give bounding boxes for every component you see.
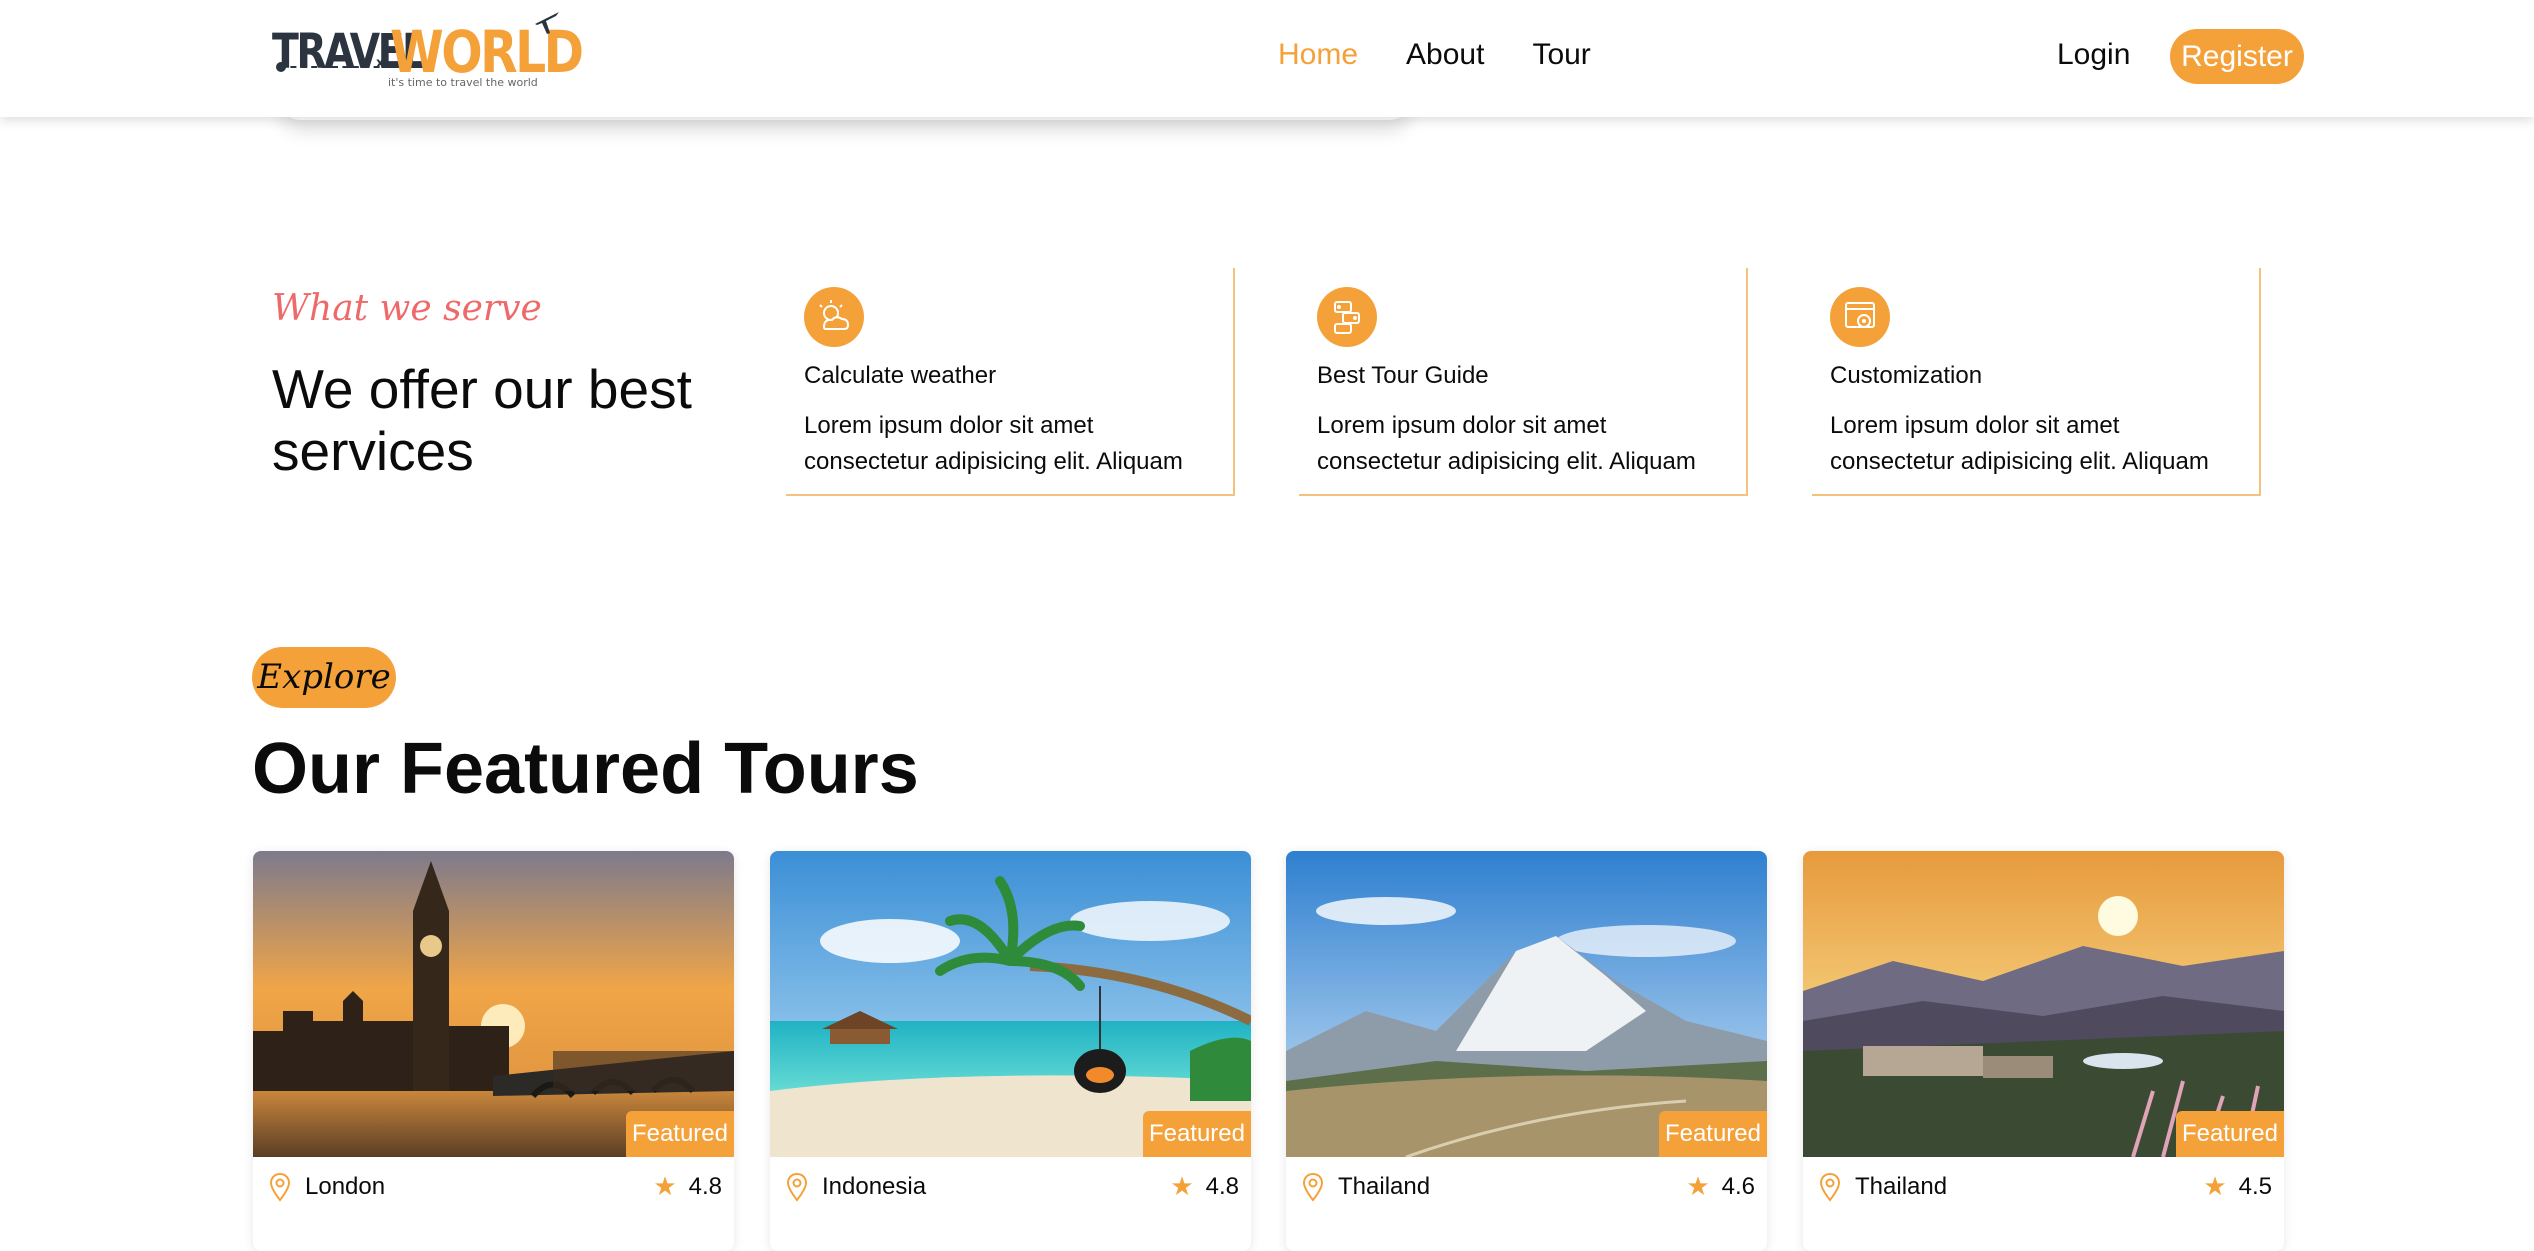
register-button[interactable]: Register: [2170, 29, 2304, 84]
tour-card-london[interactable]: Featured London ★ 4.8: [253, 851, 734, 1251]
tour-card-indonesia[interactable]: Featured Indonesia ★ 4.8: [770, 851, 1251, 1251]
tour-rating-value: 4.5: [2238, 1173, 2272, 1200]
tour-location-name: Indonesia: [822, 1173, 927, 1200]
tour-rating: ★ 4.6: [1686, 1172, 1755, 1202]
star-icon: ★: [653, 1172, 677, 1202]
service-title: Calculate weather: [804, 362, 997, 389]
tour-location: Indonesia: [786, 1172, 926, 1202]
star-icon: ★: [1686, 1172, 1710, 1202]
service-title: Customization: [1830, 362, 1983, 389]
service-description: Lorem ipsum dolor sit amet consectetur a…: [804, 412, 1183, 475]
services-title: We offer our best services: [272, 358, 692, 482]
featured-title: Our Featured Tours: [252, 729, 919, 809]
services-subtitle: What we serve: [272, 288, 542, 329]
london-big-ben-photo[interactable]: Featured: [253, 851, 734, 1157]
map-pin-icon: [1302, 1172, 1324, 1202]
tropical-beach-photo[interactable]: Featured: [770, 851, 1251, 1157]
nav-home-link[interactable]: Home: [1278, 38, 1358, 72]
tour-rating-value: 4.8: [688, 1173, 722, 1200]
map-pin-icon: [269, 1172, 291, 1202]
tour-rating-value: 4.8: [1205, 1173, 1239, 1200]
star-icon: ★: [1170, 1172, 1194, 1202]
weather-icon: [804, 287, 864, 347]
tour-location-name: Thailand: [1338, 1173, 1431, 1200]
site-logo[interactable]: TRAVEL WORLD x it's time to travel the w…: [270, 6, 584, 91]
mountain-photo[interactable]: Featured: [1286, 851, 1767, 1157]
logo-dashed-line: [280, 66, 390, 68]
logo-tagline: it's time to travel the world: [388, 76, 538, 89]
map-pin-icon: [786, 1172, 808, 1202]
tour-rating-value: 4.6: [1721, 1173, 1755, 1200]
tour-location: Thailand: [1302, 1172, 1430, 1202]
nav-about-link[interactable]: About: [1406, 38, 1484, 72]
site-header: TRAVEL WORLD x it's time to travel the w…: [0, 0, 2534, 117]
service-title: Best Tour Guide: [1317, 362, 1489, 389]
featured-badge: Featured: [2175, 1111, 2284, 1157]
logo-x-mark: x: [376, 56, 385, 71]
tour-rating: ★ 4.5: [2203, 1172, 2272, 1202]
service-card-customization: Customization Lorem ipsum dolor sit amet…: [1812, 268, 2261, 496]
tour-location: Thailand: [1819, 1172, 1947, 1202]
customization-icon: [1830, 287, 1890, 347]
featured-badge: Featured: [1658, 1111, 1767, 1157]
service-card-weather: Calculate weather Lorem ipsum dolor sit …: [786, 268, 1235, 496]
tour-location-name: Thailand: [1855, 1173, 1948, 1200]
service-description: Lorem ipsum dolor sit amet consectetur a…: [1317, 412, 1696, 475]
tour-card-thailand-sunset[interactable]: Featured Thailand ★ 4.5: [1803, 851, 2284, 1251]
tour-location: London: [269, 1172, 385, 1202]
service-description: Lorem ipsum dolor sit amet consectetur a…: [1830, 412, 2209, 475]
tour-card-thailand-mountain[interactable]: Featured Thailand ★ 4.6: [1286, 851, 1767, 1251]
tour-rating: ★ 4.8: [1170, 1172, 1239, 1202]
map-pin-icon: [1819, 1172, 1841, 1202]
tour-rating: ★ 4.8: [653, 1172, 722, 1202]
sunset-resort-photo[interactable]: Featured: [1803, 851, 2284, 1157]
nav-tour-link[interactable]: Tour: [1532, 38, 1590, 72]
main-nav: Home About Tour: [1278, 38, 1639, 72]
explore-pill: Explore: [252, 647, 396, 708]
tour-location-name: London: [305, 1173, 386, 1200]
featured-badge: Featured: [625, 1111, 734, 1157]
airplane-icon: [535, 12, 559, 34]
service-card-guide: Best Tour Guide Lorem ipsum dolor sit am…: [1299, 268, 1748, 496]
login-button[interactable]: Login: [2057, 38, 2130, 72]
star-icon: ★: [2203, 1172, 2227, 1202]
featured-badge: Featured: [1142, 1111, 1251, 1157]
guide-icon: [1317, 287, 1377, 347]
